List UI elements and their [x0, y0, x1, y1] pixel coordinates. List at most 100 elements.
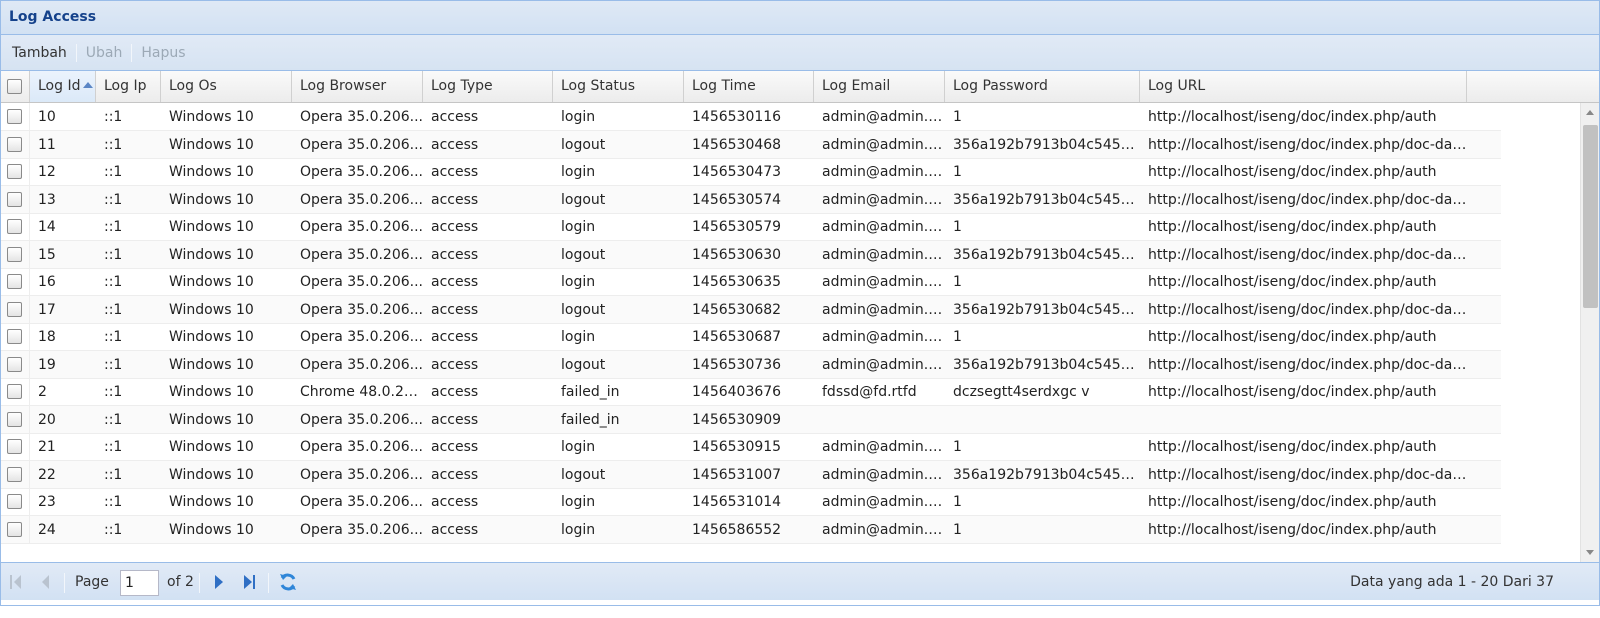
column-header-log-url[interactable]: Log URL: [1140, 71, 1467, 102]
cell-log-id: 24: [38, 521, 56, 538]
table-row[interactable]: 17::1 Windows 10 Opera 35.0.206... access lo…: [1, 295, 1501, 324]
table-row[interactable]: 23::1 Windows 10 Opera 35.0.206... access lo…: [1, 488, 1501, 516]
cell-log-browser: Opera 35.0.206...: [300, 329, 423, 345]
row-checkbox[interactable]: [7, 301, 22, 317]
cell-log-os: Windows 10: [169, 466, 254, 483]
row-checkbox[interactable]: [7, 494, 22, 509]
add-button[interactable]: Tambah: [5, 41, 74, 65]
column-header-log-type[interactable]: Log Type: [423, 71, 553, 102]
cell-log-email: admin@admin.c...: [822, 494, 945, 510]
row-checkbox[interactable]: [7, 246, 22, 262]
cell-log-email: admin@admin.c...: [822, 521, 945, 538]
cell-log-password: 1: [953, 521, 962, 538]
table-row[interactable]: 10::1 Windows 10 Opera 35.0.206... access lo…: [1, 103, 1501, 131]
cell-log-time: 1456530468: [692, 136, 782, 153]
row-checkbox[interactable]: [7, 356, 22, 372]
cell-log-id: 13: [38, 191, 56, 208]
cell-log-browser: Opera 35.0.206...: [300, 246, 423, 263]
cell-log-type: access: [431, 411, 479, 428]
refresh-icon[interactable]: [277, 563, 299, 601]
grid-body: 10::1 Windows 10 Opera 35.0.206... access lo…: [1, 103, 1579, 562]
table-row[interactable]: 15::1 Windows 10 Opera 35.0.206... access lo…: [1, 240, 1501, 269]
edit-button[interactable]: Ubah: [79, 41, 130, 65]
cell-log-email: admin@admin.c...: [822, 439, 945, 455]
table-row[interactable]: 2::1 Windows 10 Chrome 48.0.25... access fai…: [1, 378, 1501, 406]
row-select-cell: [1, 268, 30, 296]
column-header-log-status[interactable]: Log Status: [553, 71, 684, 102]
row-checkbox[interactable]: [7, 136, 22, 152]
column-header-log-time[interactable]: Log Time: [684, 71, 814, 102]
table-row[interactable]: 16::1 Windows 10 Opera 35.0.206... access lo…: [1, 268, 1501, 296]
cell-log-time: 1456531007: [692, 466, 782, 483]
cell-log-browser: Opera 35.0.206...: [300, 191, 423, 208]
cell-log-status: login: [561, 219, 596, 235]
table-row[interactable]: 19::1 Windows 10 Opera 35.0.206... access lo…: [1, 350, 1501, 379]
cell-log-os: Windows 10: [169, 521, 254, 538]
row-checkbox[interactable]: [7, 384, 22, 399]
cell-log-status: logout: [561, 356, 606, 373]
row-checkbox[interactable]: [7, 329, 22, 344]
row-checkbox[interactable]: [7, 439, 22, 454]
column-header-log-ip[interactable]: Log Ip: [96, 71, 161, 102]
cell-log-status: login: [561, 329, 596, 345]
last-page-icon[interactable]: [241, 563, 259, 601]
column-header-log-browser[interactable]: Log Browser: [292, 71, 423, 102]
cell-log-ip: ::1: [104, 191, 123, 208]
cell-log-browser: Opera 35.0.206...: [300, 411, 423, 428]
cell-log-os: Windows 10: [169, 384, 254, 400]
pager-separator: [268, 573, 269, 593]
next-page-icon[interactable]: [211, 563, 227, 601]
vertical-scrollbar[interactable]: [1580, 103, 1599, 562]
row-checkbox[interactable]: [7, 164, 22, 179]
cell-log-os: Windows 10: [169, 109, 254, 125]
cell-log-status: login: [561, 164, 596, 180]
row-checkbox[interactable]: [7, 521, 22, 537]
row-checkbox[interactable]: [7, 191, 22, 207]
cell-log-type: access: [431, 301, 479, 318]
cell-log-password: 1: [953, 219, 962, 235]
delete-button[interactable]: Hapus: [134, 41, 192, 65]
column-header-log-password[interactable]: Log Password: [945, 71, 1140, 102]
table-row[interactable]: 20::1 Windows 10 Opera 35.0.206... access fa…: [1, 405, 1501, 434]
cell-log-status: logout: [561, 136, 606, 153]
row-checkbox[interactable]: [7, 109, 22, 124]
column-header-log-email[interactable]: Log Email: [814, 71, 945, 102]
display-message: Data yang ada 1 - 20 Dari 37: [1350, 574, 1554, 590]
first-page-icon[interactable]: [8, 563, 24, 601]
table-row[interactable]: 24::1 Windows 10 Opera 35.0.206... access lo…: [1, 515, 1501, 544]
cell-log-time: 1456531014: [692, 494, 782, 510]
cell-log-type: access: [431, 274, 479, 290]
row-checkbox[interactable]: [7, 219, 22, 234]
row-checkbox[interactable]: [7, 274, 22, 289]
column-header-log-os[interactable]: Log Os: [161, 71, 292, 102]
table-row[interactable]: 11::1 Windows 10 Opera 35.0.206... access lo…: [1, 130, 1501, 159]
table-row[interactable]: 18::1 Windows 10 Opera 35.0.206... access lo…: [1, 323, 1501, 351]
row-select-cell: [1, 488, 30, 516]
cell-log-type: access: [431, 191, 479, 208]
row-checkbox[interactable]: [7, 411, 22, 427]
cell-log-email: fdssd@fd.rtfd: [822, 384, 917, 400]
table-row[interactable]: 21::1 Windows 10 Opera 35.0.206... access lo…: [1, 433, 1501, 461]
cell-log-ip: ::1: [104, 439, 123, 455]
table-row[interactable]: 12::1 Windows 10 Opera 35.0.206... access lo…: [1, 158, 1501, 186]
table-row[interactable]: 22::1 Windows 10 Opera 35.0.206... access lo…: [1, 460, 1501, 489]
page-number-input[interactable]: 1: [120, 570, 159, 596]
cell-log-url: http://localhost/iseng/doc/index.php/doc…: [1148, 466, 1467, 483]
toolbar-separator: [131, 43, 133, 62]
prev-page-icon[interactable]: [38, 563, 54, 601]
scroll-down-icon[interactable]: [1586, 550, 1594, 555]
select-all-checkbox[interactable]: [7, 79, 22, 94]
scrollbar-thumb[interactable]: [1583, 125, 1598, 308]
row-checkbox[interactable]: [7, 466, 22, 482]
scroll-up-icon[interactable]: [1586, 110, 1594, 115]
cell-log-time: 1456530736: [692, 356, 782, 373]
cell-log-id: 10: [38, 109, 56, 125]
column-header-log-id[interactable]: Log Id: [30, 71, 96, 102]
cell-log-url: http://localhost/iseng/doc/index.php/aut…: [1148, 439, 1437, 455]
table-row[interactable]: 14::1 Windows 10 Opera 35.0.206... access lo…: [1, 213, 1501, 241]
table-row[interactable]: 13::1 Windows 10 Opera 35.0.206... access lo…: [1, 185, 1501, 214]
row-select-cell: [1, 130, 30, 159]
cell-log-url: http://localhost/iseng/doc/index.php/aut…: [1148, 384, 1437, 400]
row-select-cell: [1, 185, 30, 214]
cell-log-type: access: [431, 356, 479, 373]
